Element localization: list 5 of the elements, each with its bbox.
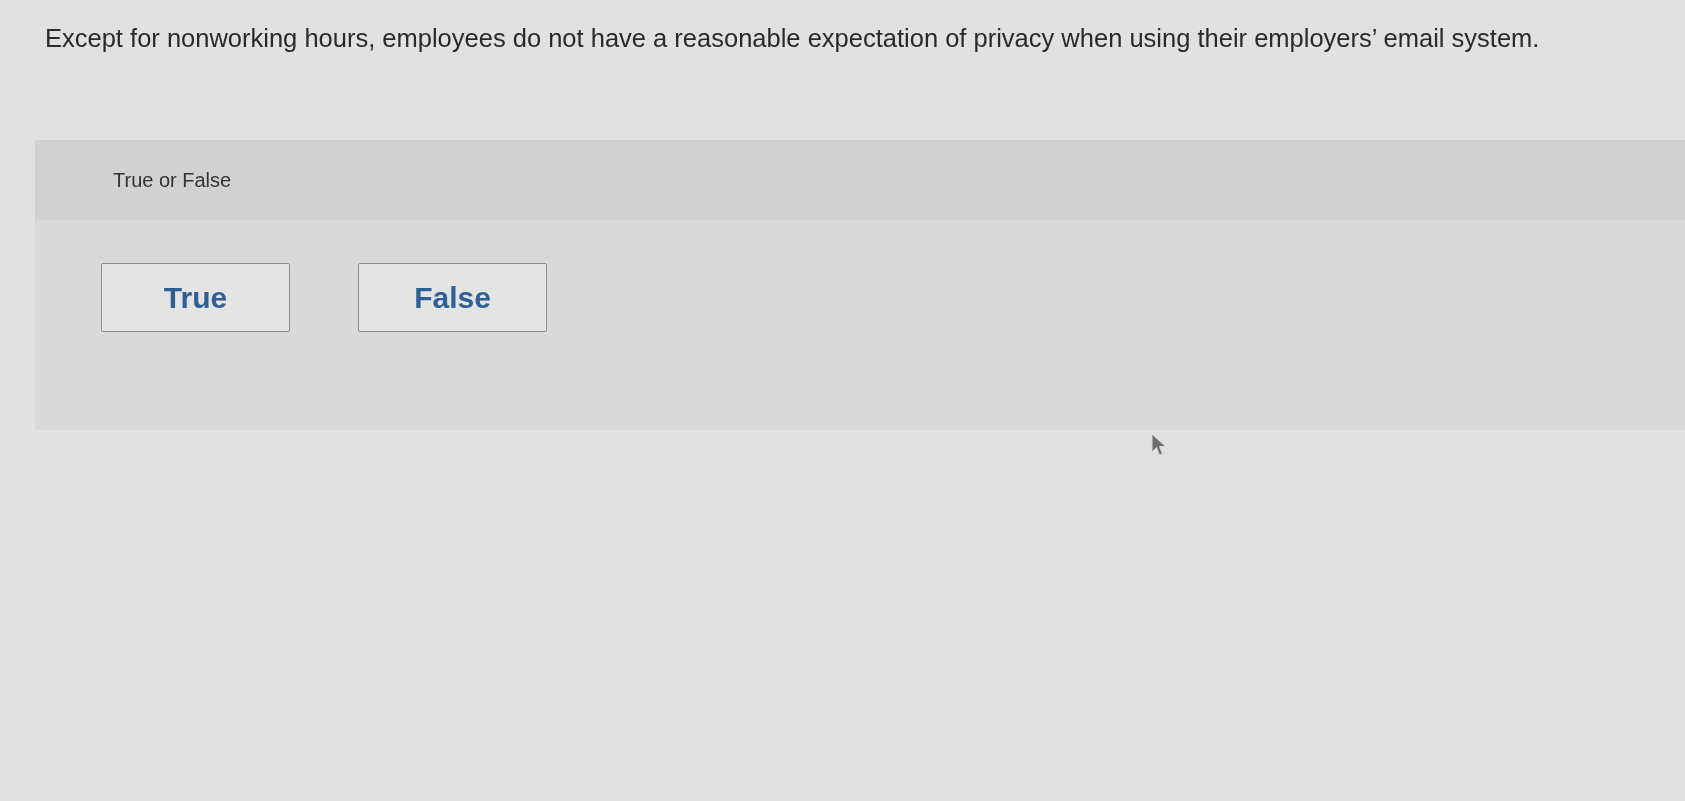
- answer-option-button[interactable]: False: [358, 263, 547, 332]
- prompt-text: True or False: [113, 168, 232, 193]
- question-text: Except for nonworking hours, employees do not have a reasonable expectation of privacy when using their employers’ email system.: [45, 23, 1540, 54]
- answer-option-button[interactable]: True: [101, 263, 290, 332]
- mouse-pointer-icon: [1151, 433, 1167, 457]
